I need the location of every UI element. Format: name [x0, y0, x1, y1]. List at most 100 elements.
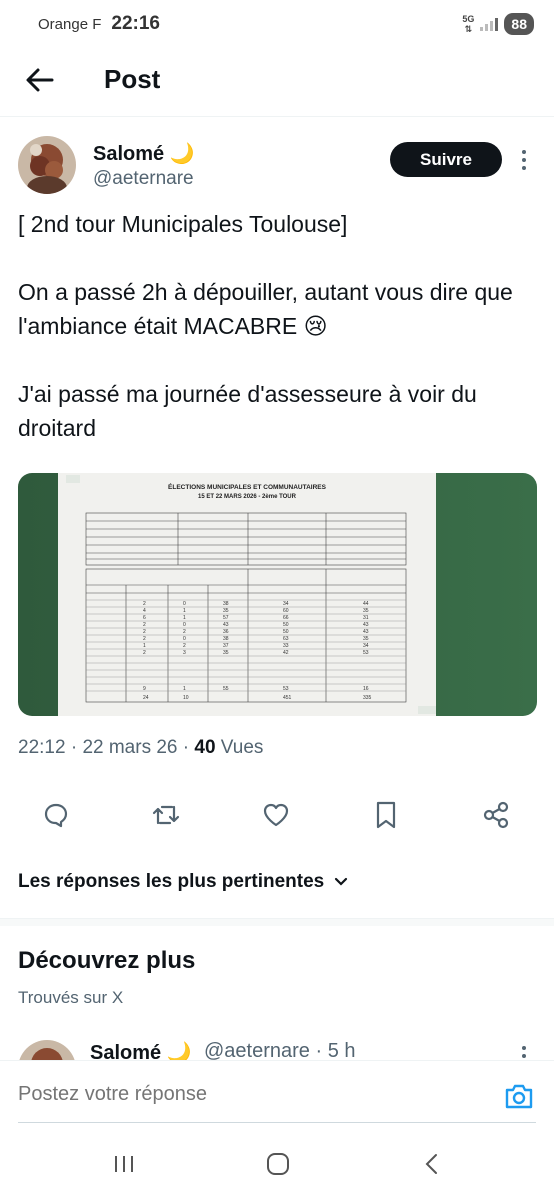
svg-text:42: 42 [283, 650, 289, 656]
svg-text:44: 44 [363, 601, 369, 607]
recent-apps-icon[interactable] [104, 1148, 144, 1180]
page-title: Post [104, 64, 161, 94]
peek-author-handle[interactable]: @aeternare · 5 h [204, 1040, 356, 1060]
svg-text:36: 36 [223, 629, 229, 635]
svg-text:53: 53 [283, 686, 289, 692]
svg-text:43: 43 [223, 622, 229, 628]
chevron-down-icon [335, 877, 348, 886]
avatar[interactable] [18, 136, 76, 194]
svg-text:10: 10 [183, 695, 189, 701]
tweet-date: 22 mars 26 [82, 737, 178, 758]
network-label: 5G [462, 14, 475, 24]
replies-sort-dropdown[interactable]: Les réponses les plus pertinentes [18, 871, 348, 893]
header-divider [0, 116, 554, 117]
svg-text:2: 2 [143, 601, 146, 607]
svg-text:24: 24 [143, 695, 149, 701]
signal-icon [480, 17, 499, 31]
home-icon[interactable] [258, 1148, 298, 1180]
svg-text:57: 57 [223, 615, 229, 621]
svg-text:43: 43 [363, 629, 369, 635]
svg-text:1: 1 [143, 643, 146, 649]
views-label: Vues [220, 737, 264, 758]
tweet-time: 22:12 [18, 737, 66, 758]
svg-text:50: 50 [283, 629, 289, 635]
views-count[interactable]: 40 [194, 737, 215, 758]
discover-title: Découvrez plus [18, 947, 196, 974]
svg-text:335: 335 [363, 695, 372, 701]
svg-text:43: 43 [363, 622, 369, 628]
photo-title-2: 15 ET 22 MARS 2026 - 2ème TOUR [198, 494, 297, 500]
svg-text:4: 4 [143, 608, 146, 614]
tweet-text: [ 2nd tour Municipales Toulouse] On a pa… [18, 207, 538, 445]
svg-text:2: 2 [183, 629, 186, 635]
status-time: 22:16 [111, 13, 160, 34]
peek-author-name[interactable]: Salomé 🌙 [90, 1040, 192, 1060]
svg-text:16: 16 [363, 686, 369, 692]
author-handle[interactable]: @aeternare [93, 168, 194, 190]
system-navbar [0, 1128, 554, 1200]
svg-text:38: 38 [223, 636, 229, 642]
tweet-line-1: [ 2nd tour Municipales Toulouse] [18, 211, 348, 237]
header: Post [0, 52, 554, 108]
back-arrow-icon[interactable] [24, 66, 56, 94]
svg-text:37: 37 [223, 643, 229, 649]
svg-text:0: 0 [183, 622, 186, 628]
svg-text:1: 1 [183, 608, 186, 614]
heart-icon[interactable] [256, 795, 296, 835]
peek-more-icon[interactable] [519, 1044, 529, 1060]
svg-text:35: 35 [223, 608, 229, 614]
svg-text:0: 0 [183, 601, 186, 607]
network-indicator: 5G ⇅ [462, 14, 475, 34]
battery-badge: 88 [504, 13, 534, 35]
share-icon[interactable] [476, 795, 516, 835]
tweet-meta: 22:12 · 22 mars 26 · 40 Vues [18, 737, 264, 758]
reply-input[interactable] [18, 1083, 458, 1106]
replies-sort-label: Les réponses les plus pertinentes [18, 871, 325, 892]
peek-avatar[interactable] [18, 1040, 76, 1060]
peek-tweet[interactable]: Salomé 🌙 @aeternare · 5 h [0, 1036, 554, 1060]
camera-icon[interactable] [503, 1081, 535, 1111]
svg-text:3: 3 [183, 650, 186, 656]
retweet-icon[interactable] [146, 795, 186, 835]
reply-divider [18, 1122, 536, 1123]
svg-text:2: 2 [143, 629, 146, 635]
svg-text:35: 35 [363, 608, 369, 614]
tweet-line-2: On a passé 2h à dépouiller, autant vous … [18, 279, 513, 339]
svg-text:2: 2 [143, 650, 146, 656]
status-icons: 5G ⇅ 88 [462, 13, 534, 35]
svg-text:53: 53 [363, 650, 369, 656]
svg-text:1: 1 [183, 686, 186, 692]
svg-text:35: 35 [363, 636, 369, 642]
svg-text:1: 1 [183, 615, 186, 621]
svg-text:2: 2 [143, 622, 146, 628]
svg-text:60: 60 [283, 608, 289, 614]
bookmark-icon[interactable] [366, 795, 406, 835]
svg-text:38: 38 [223, 601, 229, 607]
svg-text:34: 34 [363, 643, 369, 649]
svg-text:6: 6 [143, 615, 146, 621]
status-bar: Orange F 22:16 5G ⇅ 88 [0, 0, 554, 48]
reply-icon[interactable] [36, 795, 76, 835]
back-nav-icon[interactable] [412, 1148, 452, 1180]
follow-button[interactable]: Suivre [390, 142, 502, 177]
more-options-icon[interactable] [519, 148, 529, 172]
section-divider [0, 918, 554, 926]
discover-subtitle: Trouvés sur X [18, 988, 124, 1007]
svg-text:451: 451 [283, 695, 292, 701]
svg-text:63: 63 [283, 636, 289, 642]
tweet-line-3: J'ai passé ma journée d'assesseure à voi… [18, 381, 477, 441]
svg-text:34: 34 [283, 601, 289, 607]
svg-text:50: 50 [283, 622, 289, 628]
action-bar [0, 795, 554, 835]
reply-bar [0, 1060, 554, 1124]
svg-text:33: 33 [283, 643, 289, 649]
svg-text:31: 31 [363, 615, 369, 621]
svg-text:2: 2 [143, 636, 146, 642]
svg-text:9: 9 [143, 686, 146, 692]
carrier-label: Orange F [38, 15, 102, 33]
svg-text:55: 55 [223, 686, 229, 692]
tweet-photo[interactable]: ÉLECTIONS MUNICIPALES ET COMMUNAUTAIRES … [18, 473, 537, 716]
svg-text:35: 35 [223, 650, 229, 656]
photo-title-1: ÉLECTIONS MUNICIPALES ET COMMUNAUTAIRES [168, 482, 327, 491]
author-name[interactable]: Salomé 🌙 [93, 141, 195, 166]
